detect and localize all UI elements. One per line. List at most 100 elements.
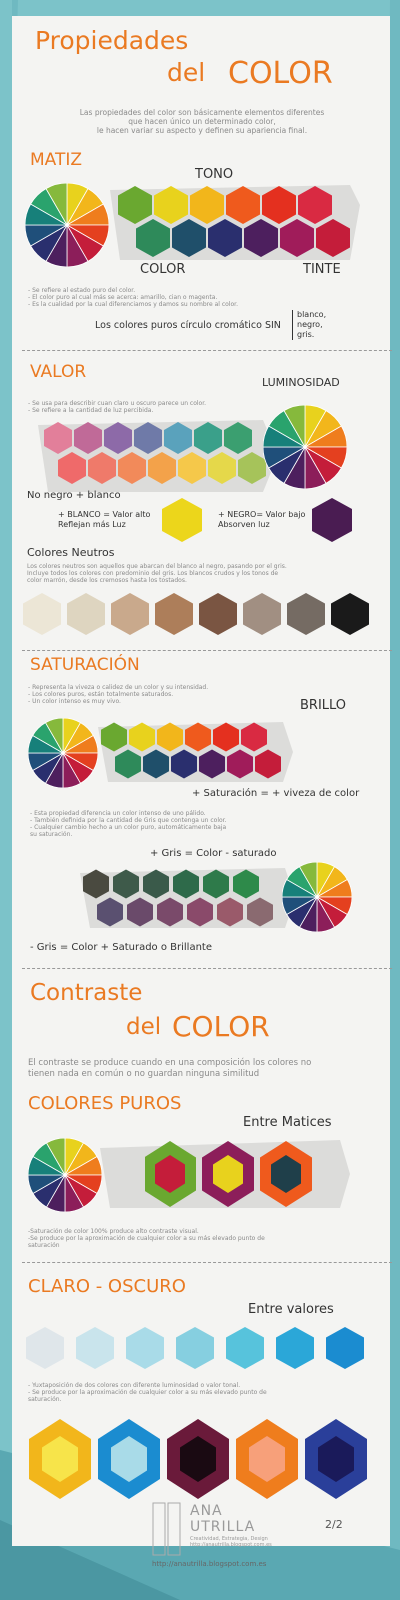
hexagon bbox=[143, 869, 169, 899]
hexagon bbox=[247, 897, 273, 927]
hexagon bbox=[136, 219, 170, 257]
yellow-hexagon bbox=[162, 498, 202, 542]
hexagon bbox=[238, 452, 266, 484]
hexagon bbox=[148, 452, 176, 484]
hexagon bbox=[217, 897, 243, 927]
color-wheel-saturacion bbox=[28, 718, 98, 788]
neutral-hexagons bbox=[23, 593, 369, 635]
color-wheel-puros bbox=[28, 1138, 102, 1212]
hexagon bbox=[127, 897, 153, 927]
contraste-title-line1: Contraste bbox=[30, 980, 143, 1006]
mas-negro-text: + NEGRO= Valor bajo Absorven luz bbox=[218, 510, 306, 529]
mas-blanco-text: + BLANCO = Valor alto Reflejan más Luz bbox=[58, 510, 151, 529]
title-line2-main: COLOR bbox=[228, 56, 333, 91]
tono-label: TONO bbox=[195, 167, 234, 182]
hexagon bbox=[76, 1327, 114, 1369]
hexagon bbox=[58, 452, 86, 484]
color-wheel-valor bbox=[263, 405, 347, 489]
menos-gris-label: - Gris = Color + Saturado o Brillante bbox=[30, 942, 212, 953]
hexagon bbox=[172, 219, 206, 257]
mas-saturacion-label: + Saturación = + viveza de color bbox=[192, 788, 360, 799]
hexagon bbox=[187, 897, 213, 927]
large-contrast-hexagons bbox=[29, 1419, 367, 1499]
brace-list: blanco, negro, gris. bbox=[292, 310, 326, 340]
website-link[interactable]: http://anautrilla.blogspot.com.es bbox=[152, 1560, 266, 1568]
brand-name-line2: UTRILLA bbox=[190, 1519, 256, 1535]
brand-name-line1: ANA bbox=[190, 1503, 223, 1519]
hexagon bbox=[143, 749, 169, 779]
hexagon bbox=[126, 1327, 164, 1369]
hexagon bbox=[23, 593, 61, 635]
saturacion-notes2: - Esta propiedad diferencia un color int… bbox=[30, 810, 227, 838]
brand-logo-icon bbox=[152, 1502, 181, 1556]
hexagon bbox=[26, 1327, 64, 1369]
tinte-label: TINTE bbox=[303, 262, 341, 277]
title-line2-prefix: del bbox=[167, 58, 206, 87]
hexagon bbox=[203, 869, 229, 899]
hexagon bbox=[244, 219, 278, 257]
hexagon bbox=[157, 897, 183, 927]
valor-title: VALOR bbox=[30, 362, 87, 382]
hexagon bbox=[173, 869, 199, 899]
no-negro-label: No negro + blanco bbox=[27, 490, 121, 501]
hexagon bbox=[243, 593, 281, 635]
entre-valores-label: Entre valores bbox=[248, 1302, 334, 1317]
valor-notes: - Se usa para describir cuan claro u osc… bbox=[28, 400, 207, 414]
hexagon bbox=[178, 452, 206, 484]
entre-matices-label: Entre Matices bbox=[243, 1115, 332, 1130]
hexagon bbox=[316, 219, 350, 257]
divider bbox=[22, 650, 392, 651]
hexagon bbox=[262, 186, 296, 224]
hexagon bbox=[154, 186, 188, 224]
hexagon bbox=[194, 422, 222, 454]
divider bbox=[22, 350, 392, 351]
hexagon bbox=[111, 593, 149, 635]
brand-url-small: http://anautrilla.blogspot.com.es bbox=[190, 1542, 272, 1548]
puros-hexagons bbox=[145, 1141, 312, 1207]
hexagon bbox=[199, 593, 237, 635]
hexagon bbox=[176, 1327, 214, 1369]
hexagon bbox=[224, 422, 252, 454]
hexagon bbox=[164, 422, 192, 454]
hexagon bbox=[208, 219, 242, 257]
hexagon bbox=[74, 422, 102, 454]
hexagon bbox=[97, 897, 123, 927]
hexagon bbox=[287, 593, 325, 635]
contraste-intro: El contraste se produce cuando en una co… bbox=[28, 1058, 312, 1079]
hexagon bbox=[233, 869, 259, 899]
hexagon bbox=[326, 1327, 364, 1369]
hexagon bbox=[199, 749, 225, 779]
mas-gris-label: + Gris = Color - saturado bbox=[150, 848, 277, 859]
color-wheel-matiz bbox=[25, 183, 109, 267]
page-number: 2/2 bbox=[325, 1518, 343, 1531]
hexagon bbox=[190, 186, 224, 224]
hexagon bbox=[241, 722, 267, 752]
valor-hexagons bbox=[44, 422, 266, 484]
divider bbox=[22, 968, 392, 969]
neutros-title: Colores Neutros bbox=[27, 546, 115, 559]
hexagon bbox=[213, 722, 239, 752]
hexagon bbox=[276, 1327, 314, 1369]
title-line1: Propiedades bbox=[35, 26, 189, 55]
hexagon bbox=[118, 452, 146, 484]
hexagon bbox=[88, 452, 116, 484]
contraste-title-line2-main: COLOR bbox=[172, 1010, 270, 1043]
infographic-page: Propiedades del COLOR Las propiedades de… bbox=[0, 0, 400, 1600]
purple-hexagon bbox=[312, 498, 352, 542]
hexagon bbox=[113, 869, 139, 899]
hexagon bbox=[298, 186, 332, 224]
intro-text: Las propiedades del color son básicament… bbox=[79, 108, 325, 135]
hexagon bbox=[83, 869, 109, 899]
hexagon bbox=[185, 722, 211, 752]
color-label: COLOR bbox=[140, 262, 186, 277]
saturacion-notes: - Representa la viveza o calidez de un c… bbox=[28, 684, 209, 705]
hexagon bbox=[331, 593, 369, 635]
hexagon bbox=[115, 749, 141, 779]
hexagon bbox=[129, 722, 155, 752]
colores-puros-title: COLORES PUROS bbox=[28, 1093, 182, 1114]
neutros-text: Los colores neutros son aquellos que aba… bbox=[27, 563, 287, 584]
gris-hexagons bbox=[83, 869, 273, 927]
hexagon bbox=[155, 593, 193, 635]
hexagon bbox=[171, 749, 197, 779]
hexagon bbox=[101, 722, 127, 752]
